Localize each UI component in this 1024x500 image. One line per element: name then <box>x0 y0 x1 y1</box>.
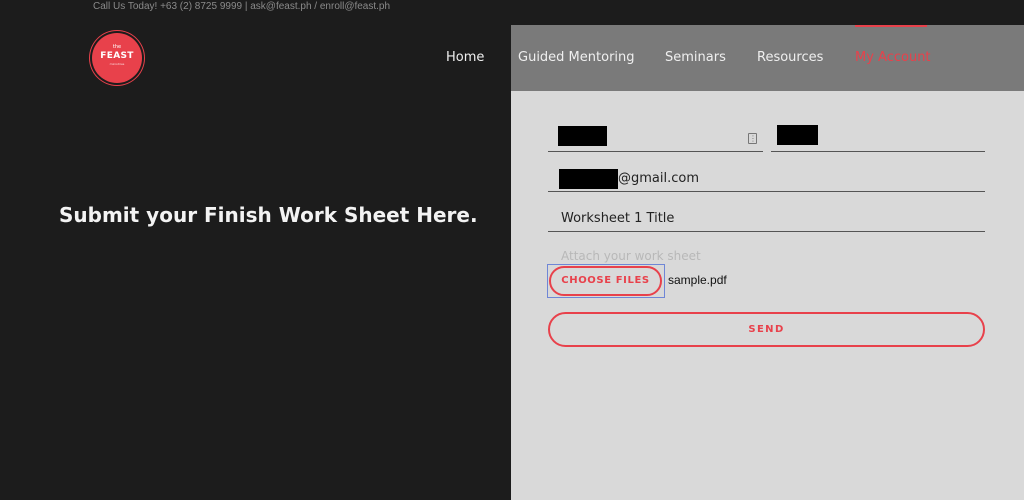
choose-files-focus-ring: CHOOSE FILES <box>547 264 665 298</box>
logo-sub-text: ministries <box>109 62 125 66</box>
logo-word-text: FEAST <box>100 51 134 61</box>
nav-home[interactable]: Home <box>446 50 484 65</box>
attach-worksheet-label: Attach your work sheet <box>561 249 701 263</box>
logo-the-text: the <box>112 44 122 50</box>
first-name-field[interactable]: ⋮ <box>548 124 763 152</box>
redacted-email-user <box>559 169 618 189</box>
email-domain-text: @gmail.com <box>618 171 700 186</box>
feast-logo[interactable]: the FEAST ministries <box>92 33 142 83</box>
contact-bar: Call Us Today! +63 (2) 8725 9999 | ask@f… <box>93 1 391 12</box>
nav-resources[interactable]: Resources <box>757 50 823 65</box>
redacted-first-name <box>558 126 607 146</box>
last-name-field[interactable] <box>771 124 985 152</box>
page-headline: Submit your Finish Work Sheet Here. <box>59 203 478 227</box>
nav-guided-mentoring[interactable]: Guided Mentoring <box>518 50 635 65</box>
redacted-last-name <box>777 125 818 145</box>
nav-my-account[interactable]: My Account <box>855 50 931 65</box>
selected-file-name: sample.pdf <box>668 273 727 287</box>
send-button[interactable]: SEND <box>548 312 985 347</box>
worksheet-title-field[interactable]: Worksheet 1 Title <box>548 204 985 232</box>
worksheet-title-value: Worksheet 1 Title <box>561 211 675 226</box>
email-field[interactable]: @gmail.com <box>548 164 985 192</box>
choose-files-button[interactable]: CHOOSE FILES <box>549 266 662 296</box>
autofill-icon[interactable]: ⋮ <box>748 133 757 144</box>
nav-active-underline <box>855 25 927 27</box>
nav-seminars[interactable]: Seminars <box>665 50 726 65</box>
